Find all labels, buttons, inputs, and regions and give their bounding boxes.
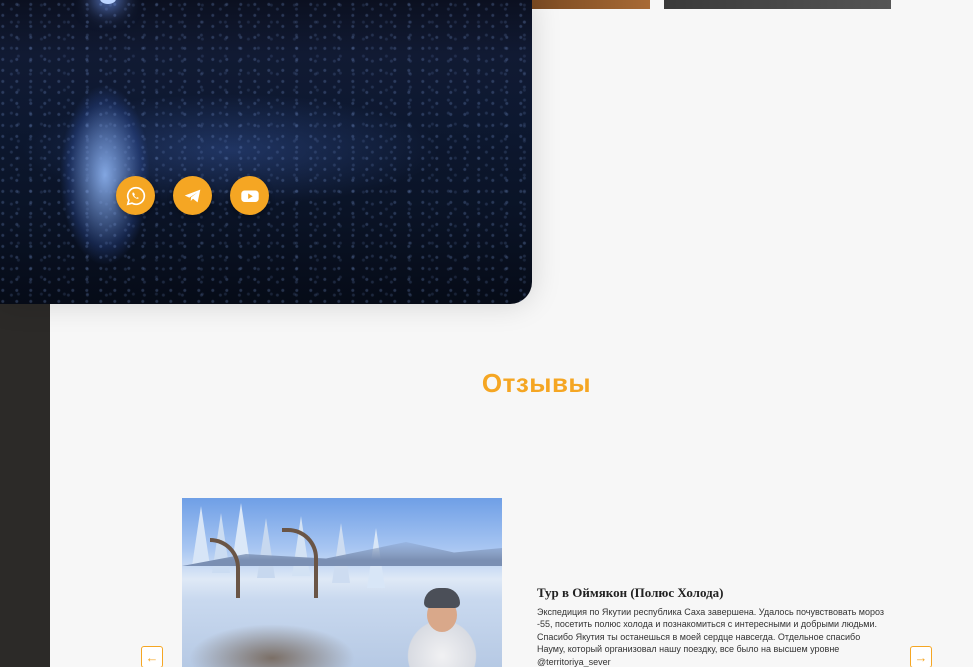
- youtube-icon: [240, 190, 259, 202]
- telegram-icon: [184, 189, 200, 202]
- telegram-button[interactable]: [173, 176, 212, 215]
- youtube-button[interactable]: [230, 176, 269, 215]
- gallery-thumbnail[interactable]: [664, 0, 891, 9]
- hero-texture: [0, 0, 532, 304]
- review-text: Экспедиция по Якутии республика Саха зав…: [537, 607, 885, 667]
- person-hat: [424, 588, 460, 608]
- reviews-section-title: Отзывы: [481, 368, 592, 398]
- social-links: [116, 176, 269, 215]
- reindeer: [182, 598, 392, 667]
- next-review-button[interactable]: →: [910, 646, 932, 667]
- arrow-left-icon: ←: [145, 649, 159, 665]
- review-photo: [182, 498, 502, 667]
- arrow-right-icon: →: [914, 649, 928, 665]
- hero-image: [0, 0, 532, 304]
- gallery-thumbnail[interactable]: [532, 0, 650, 9]
- review-title: Тур в Оймякон (Полюс Холода): [537, 585, 724, 600]
- previous-review-button[interactable]: ←: [141, 646, 163, 667]
- whatsapp-icon: [126, 186, 145, 205]
- whatsapp-button[interactable]: [116, 176, 155, 215]
- antler: [282, 528, 318, 598]
